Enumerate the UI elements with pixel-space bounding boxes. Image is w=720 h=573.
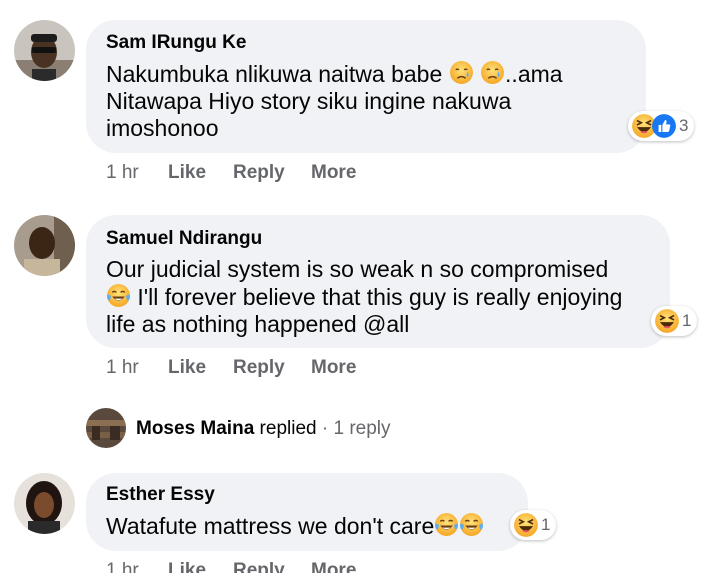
reply-button[interactable]: Reply [233,162,285,184]
comment-text-line: ..ama [505,61,563,87]
crying-face-icon [480,60,505,85]
comment-text-line: I'll forever believe that this guy is re… [137,284,623,310]
laughing-emoji-icon [654,308,680,334]
avatar[interactable] [14,473,75,534]
like-button[interactable]: Like [168,560,206,573]
reaction-summary[interactable]: 1 [651,306,698,336]
comment-timestamp[interactable]: 1 hr [106,162,139,184]
comment-author[interactable]: Sam IRungu Ke [106,32,246,54]
avatar[interactable] [14,20,75,81]
reaction-count: 1 [541,515,551,534]
like-button[interactable]: Like [168,357,206,379]
comment-author[interactable]: Esther Essy [106,484,215,506]
crying-face-icon [449,60,474,85]
comment-text-line: Our judicial system is so weak n so comp… [106,256,609,282]
view-replies-link[interactable]: Moses Maina replied · 1 reply [136,418,391,440]
comment-text-line: life as nothing happened @all [106,311,410,337]
like-icon [651,113,677,139]
tears-of-joy-icon [434,512,459,537]
reply-count: 1 reply [333,418,391,439]
tears-of-joy-icon [106,283,131,308]
reaction-count: 3 [679,116,689,135]
avatar[interactable] [86,408,126,448]
laughing-emoji-icon [513,512,539,538]
comment-text-line: Watafute mattress we don't care [106,513,435,539]
comment-text: Watafute mattress we don't care [106,512,526,540]
comment-text-line: imoshonoo [106,115,219,141]
comment-timestamp[interactable]: 1 hr [106,357,139,379]
reply-author: Moses Maina [136,418,255,439]
comment-text: Nakumbuka nlikuwa naitwa babe ..ama Nita… [106,60,636,142]
comment-text-line: Nakumbuka nlikuwa naitwa babe [106,61,443,87]
user-avatar-icon [14,215,75,276]
reaction-summary[interactable]: 3 [628,111,695,141]
comment-author[interactable]: Samuel Ndirangu [106,228,262,250]
reply-separator: · [321,418,329,439]
user-avatar-icon [14,473,75,534]
reaction-summary[interactable]: 1 [510,510,557,540]
more-button[interactable]: More [311,357,356,379]
reply-verb: replied [259,418,317,439]
more-button[interactable]: More [311,560,356,573]
comment-text: Our judicial system is so weak n so comp… [106,256,662,338]
reply-button[interactable]: Reply [233,560,285,573]
avatar[interactable] [14,215,75,276]
more-button[interactable]: More [311,162,356,184]
reaction-count: 1 [682,311,692,330]
like-button[interactable]: Like [168,162,206,184]
tears-of-joy-icon [459,512,484,537]
user-avatar-icon [86,408,126,448]
reply-button[interactable]: Reply [233,357,285,379]
user-avatar-icon [14,20,75,81]
comment-timestamp[interactable]: 1 hr [106,560,139,573]
comment-text-line: Nitawapa Hiyo story siku ingine nakuwa [106,88,512,114]
